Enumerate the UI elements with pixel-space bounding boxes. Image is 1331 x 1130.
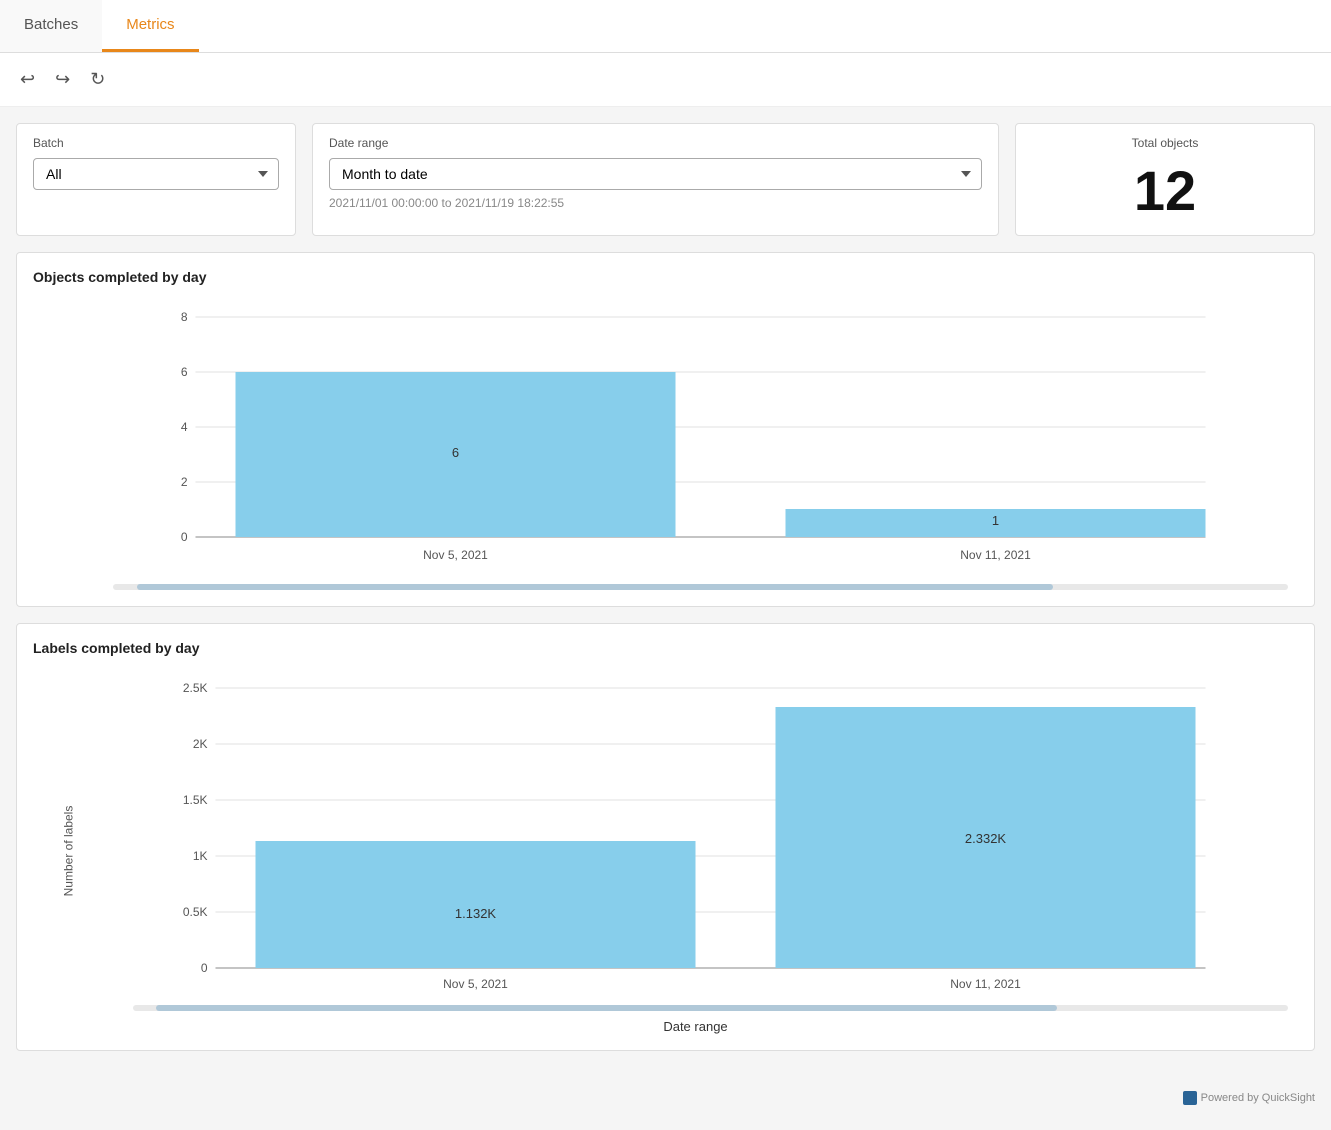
svg-text:0: 0 bbox=[201, 961, 208, 975]
svg-text:1K: 1K bbox=[193, 849, 208, 863]
svg-text:1.132K: 1.132K bbox=[455, 906, 497, 921]
chart1-scrollbar-thumb[interactable] bbox=[137, 584, 1054, 590]
quicksight-footer: Powered by QuickSight bbox=[0, 1083, 1331, 1113]
svg-text:8: 8 bbox=[181, 310, 188, 324]
date-filter-card: Date range Month to date Last 7 days Las… bbox=[312, 123, 999, 236]
chart2-y-axis-label: Number of labels bbox=[61, 806, 75, 897]
chart2-title: Labels completed by day bbox=[33, 640, 1298, 656]
svg-text:2K: 2K bbox=[193, 737, 208, 751]
svg-text:Nov 5, 2021: Nov 5, 2021 bbox=[443, 977, 508, 991]
total-objects-label: Total objects bbox=[1032, 136, 1298, 150]
date-filter-label: Date range bbox=[329, 136, 982, 150]
main-content: Batch All Date range Month to date Last … bbox=[0, 123, 1331, 1083]
quicksight-text: Powered by QuickSight bbox=[1201, 1092, 1315, 1104]
batch-filter-card: Batch All bbox=[16, 123, 296, 236]
svg-text:1: 1 bbox=[992, 513, 999, 528]
filters-row: Batch All Date range Month to date Last … bbox=[16, 123, 1315, 236]
chart2-card: Labels completed by day Number of labels… bbox=[16, 623, 1315, 1051]
toolbar: ↩ ↪ ↻ bbox=[0, 53, 1331, 107]
svg-text:0: 0 bbox=[181, 530, 188, 544]
tab-metrics[interactable]: Metrics bbox=[102, 0, 198, 52]
chart2-x-axis-label: Date range bbox=[93, 1019, 1298, 1034]
chart1-svg: 8 6 4 2 0 6 1 Nov 5, 2021 Nov bbox=[73, 297, 1298, 577]
chart1-scrollbar-track[interactable] bbox=[113, 584, 1288, 590]
svg-text:6: 6 bbox=[181, 365, 188, 379]
svg-text:2.5K: 2.5K bbox=[183, 681, 208, 695]
chart1-title: Objects completed by day bbox=[33, 269, 1298, 285]
redo-button[interactable]: ↪ bbox=[51, 65, 74, 94]
total-objects-card: Total objects 12 bbox=[1015, 123, 1315, 236]
top-tabs: Batches Metrics bbox=[0, 0, 1331, 53]
chart2-bar1 bbox=[256, 841, 696, 968]
refresh-button[interactable]: ↻ bbox=[86, 65, 109, 94]
svg-text:Nov 11, 2021: Nov 11, 2021 bbox=[960, 548, 1031, 562]
undo-button[interactable]: ↩ bbox=[16, 65, 39, 94]
svg-text:2.332K: 2.332K bbox=[965, 831, 1007, 846]
total-objects-value: 12 bbox=[1032, 158, 1298, 223]
chart2-scrollbar-thumb[interactable] bbox=[156, 1005, 1057, 1011]
svg-text:Nov 11, 2021: Nov 11, 2021 bbox=[950, 977, 1021, 991]
batch-filter-label: Batch bbox=[33, 136, 279, 150]
chart2-svg: 2.5K 2K 1.5K 1K 0.5K 0 1.132K 2.332K N bbox=[93, 668, 1298, 998]
svg-text:6: 6 bbox=[452, 445, 459, 460]
svg-text:4: 4 bbox=[181, 420, 188, 434]
date-range-select[interactable]: Month to date Last 7 days Last 30 days C… bbox=[329, 158, 982, 190]
date-range-text: 2021/11/01 00:00:00 to 2021/11/19 18:22:… bbox=[329, 196, 982, 210]
batch-select[interactable]: All bbox=[33, 158, 279, 190]
chart2-scrollbar-track[interactable] bbox=[133, 1005, 1288, 1011]
tab-batches[interactable]: Batches bbox=[0, 0, 102, 52]
qs-logo-icon bbox=[1183, 1091, 1197, 1105]
chart1-card: Objects completed by day 8 6 4 2 0 6 bbox=[16, 252, 1315, 607]
svg-text:0.5K: 0.5K bbox=[183, 905, 208, 919]
svg-text:1.5K: 1.5K bbox=[183, 793, 208, 807]
svg-text:2: 2 bbox=[181, 475, 188, 489]
svg-text:Nov 5, 2021: Nov 5, 2021 bbox=[423, 548, 488, 562]
